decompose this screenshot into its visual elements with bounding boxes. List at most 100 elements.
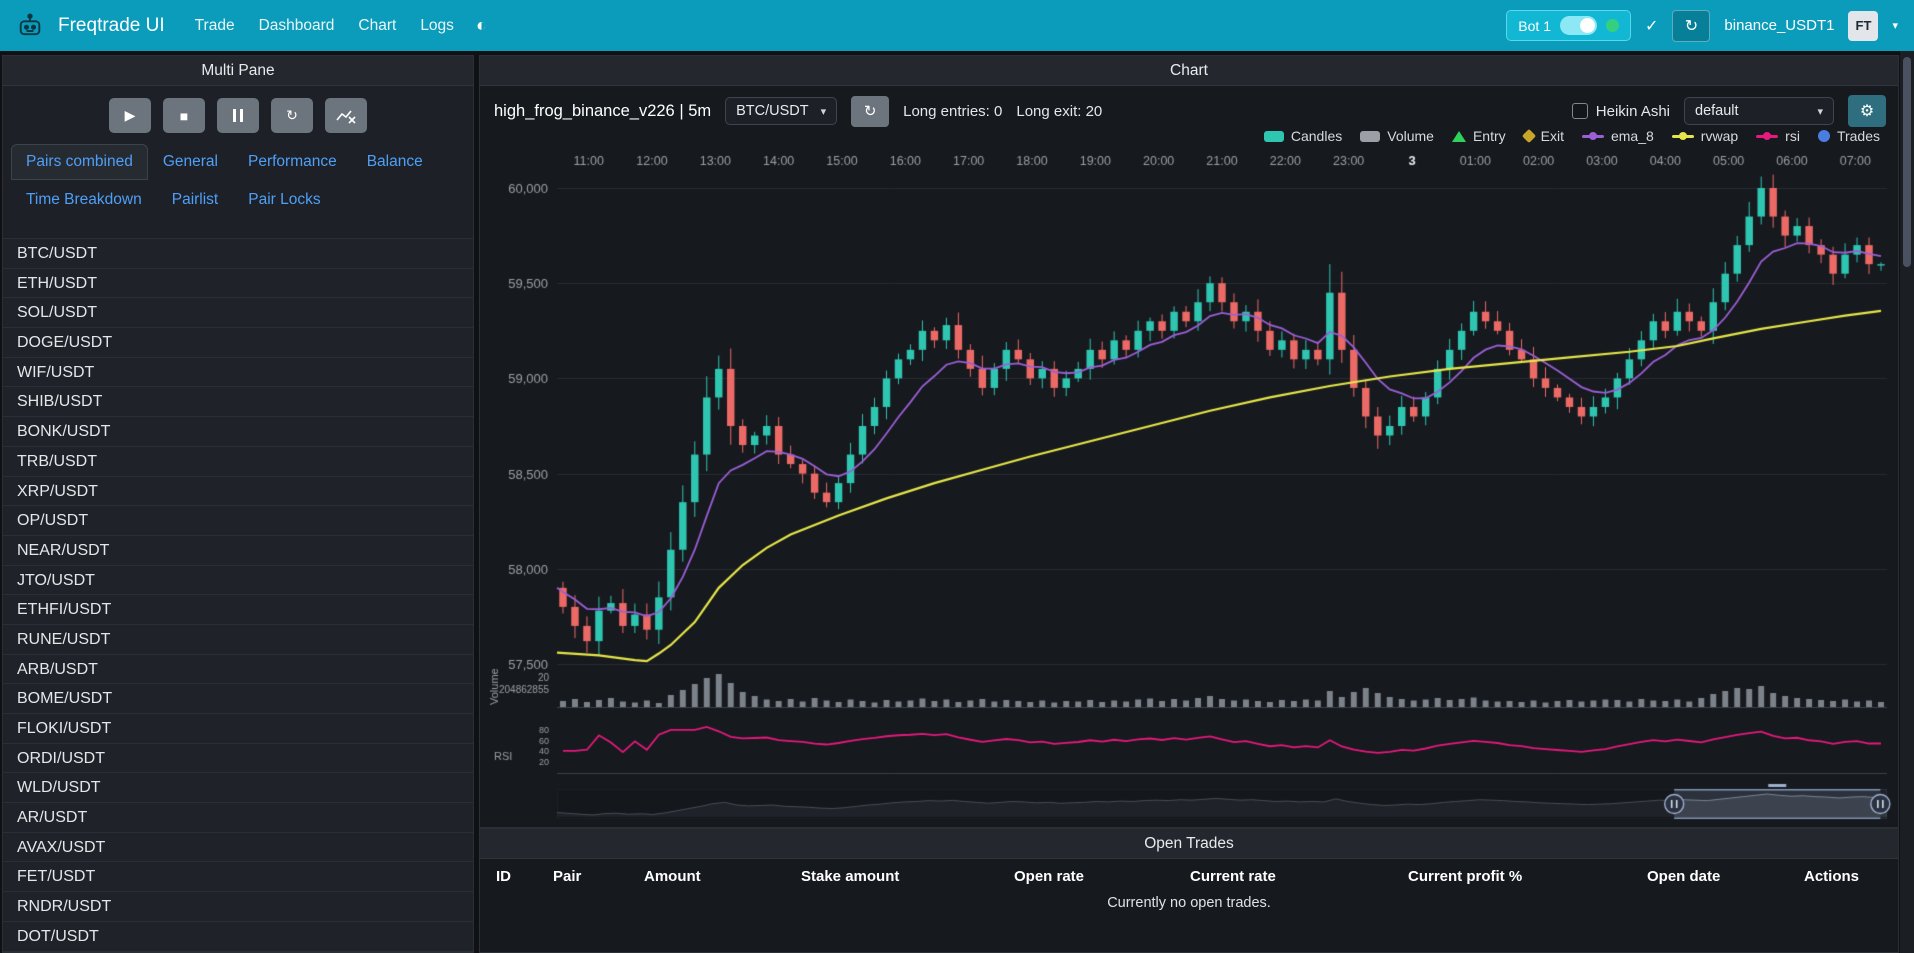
tab[interactable]: Pairlist <box>157 182 234 218</box>
pair-list-item[interactable]: ETH/USDT <box>3 269 473 299</box>
legend-label: ema_8 <box>1611 128 1654 144</box>
nav-link[interactable]: Chart <box>358 17 396 35</box>
plot-config-select[interactable]: default ▾ <box>1684 97 1834 125</box>
pair-list-item[interactable]: NEAR/USDT <box>3 536 473 566</box>
reload-panes-button[interactable]: ↻ <box>271 98 313 133</box>
column-header[interactable]: Open date <box>1647 868 1804 885</box>
toggle-knob <box>1580 18 1595 33</box>
column-header[interactable]: ID <box>496 868 553 885</box>
legend-marker-icon <box>1756 135 1778 138</box>
legend-label: Trades <box>1837 128 1880 144</box>
tab[interactable]: Pairs combined <box>11 144 148 180</box>
gear-icon: ⚙ <box>1860 103 1874 120</box>
theme-toggle-icon[interactable]: ◐ <box>476 15 487 36</box>
column-header[interactable]: Open rate <box>1014 868 1190 885</box>
check-icon: ✓ <box>1645 16 1658 36</box>
nav-link[interactable]: Logs <box>420 17 454 35</box>
column-header[interactable]: Stake amount <box>801 868 1014 885</box>
legend-label: rsi <box>1785 128 1800 144</box>
app-title[interactable]: Freqtrade UI <box>58 15 165 37</box>
legend-marker-icon <box>1522 129 1536 143</box>
legend-marker-icon <box>1672 135 1694 138</box>
bot-toggle[interactable] <box>1560 16 1597 35</box>
pair-list-item[interactable]: ORDI/USDT <box>3 744 473 774</box>
legend-item[interactable]: Exit <box>1524 128 1564 144</box>
heikin-ashi-label: Heikin Ashi <box>1596 103 1670 120</box>
heikin-ashi-checkbox[interactable] <box>1572 103 1588 119</box>
multi-pane-tabs-row2: Time BreakdownPairlistPair Locks <box>11 182 465 218</box>
pair-list-item[interactable]: SOL/USDT <box>3 298 473 328</box>
open-trades-header: IDPairAmountStake amountOpen rateCurrent… <box>480 859 1898 889</box>
pair-list-item[interactable]: OP/USDT <box>3 506 473 536</box>
chart-canvas[interactable] <box>482 148 1892 824</box>
pair-list-item[interactable]: BTC/USDT <box>3 239 473 269</box>
long-entries-label: Long entries: 0 <box>903 103 1002 120</box>
column-header[interactable]: Amount <box>644 868 801 885</box>
reload-bot-button[interactable]: ↻ <box>1672 10 1710 42</box>
column-header[interactable]: Actions <box>1804 868 1898 885</box>
pair-list-item[interactable]: BOME/USDT <box>3 684 473 714</box>
legend-item[interactable]: Candles <box>1264 128 1342 144</box>
pair-list-item[interactable]: WIF/USDT <box>3 358 473 388</box>
column-header[interactable]: Current rate <box>1190 868 1408 885</box>
pause-button[interactable] <box>217 98 259 133</box>
tab[interactable]: Pair Locks <box>233 182 335 218</box>
avatar[interactable]: FT <box>1848 11 1878 41</box>
pair-list-item[interactable]: SHIB/USDT <box>3 387 473 417</box>
legend-item[interactable]: Trades <box>1818 128 1880 144</box>
pair-list-item[interactable]: RUNE/USDT <box>3 625 473 655</box>
pair-list-item[interactable]: AR/USDT <box>3 803 473 833</box>
bot-selector[interactable]: Bot 1 <box>1506 10 1631 41</box>
pair-list-item[interactable]: WLD/USDT <box>3 773 473 803</box>
tab[interactable]: Balance <box>352 144 438 180</box>
pair-list-item[interactable]: RNDR/USDT <box>3 892 473 922</box>
legend-item[interactable]: rvwap <box>1672 128 1738 144</box>
legend-item[interactable]: rsi <box>1756 128 1800 144</box>
nav-link[interactable]: Trade <box>195 17 235 35</box>
pair-select[interactable]: BTC/USDT ▾ <box>725 97 837 125</box>
freqtrade-logo-icon[interactable] <box>16 12 44 40</box>
scrollbar-thumb[interactable] <box>1903 57 1911 267</box>
pair-list-item[interactable]: DOGE/USDT <box>3 328 473 358</box>
multi-pane-controls: ▶ ■ ↻ <box>3 98 473 133</box>
column-header[interactable]: Current profit % <box>1408 868 1647 885</box>
pair-list-item[interactable]: ETHFI/USDT <box>3 595 473 625</box>
tab[interactable]: General <box>148 144 233 180</box>
stop-button[interactable]: ■ <box>163 98 205 133</box>
legend-marker-icon <box>1264 131 1284 142</box>
legend-item[interactable]: ema_8 <box>1582 128 1654 144</box>
plot-reset-button[interactable] <box>325 98 367 133</box>
strategy-title: high_frog_binance_v226 | 5m <box>494 102 711 121</box>
pair-list-item[interactable]: TRB/USDT <box>3 447 473 477</box>
pair-list-item[interactable]: DOT/USDT <box>3 922 473 952</box>
legend-item[interactable]: Entry <box>1452 128 1506 144</box>
pair-list-item[interactable]: FET/USDT <box>3 862 473 892</box>
chart-x-icon <box>336 108 356 124</box>
chevron-down-icon: ▾ <box>1817 105 1823 118</box>
page-scrollbar[interactable] <box>1900 51 1914 953</box>
chart-panel-title: Chart <box>480 56 1898 86</box>
tab[interactable]: Performance <box>233 144 352 180</box>
pair-list-item[interactable]: FLOKI/USDT <box>3 714 473 744</box>
plot-settings-button[interactable]: ⚙ <box>1848 95 1886 127</box>
chart-panel: Chart high_frog_binance_v226 | 5m BTC/US… <box>479 55 1899 828</box>
tab[interactable]: Time Breakdown <box>11 182 157 218</box>
legend-marker-icon <box>1452 131 1466 142</box>
pair-list-item[interactable]: JTO/USDT <box>3 566 473 596</box>
multi-pane-tabs-row1: Pairs combinedGeneralPerformanceBalance <box>11 144 465 180</box>
main-nav: Trade Dashboard Chart Logs <box>195 17 454 35</box>
legend-marker-icon <box>1582 135 1604 138</box>
chart-legend: Candles Volume Entry Exit ema_8 <box>1264 128 1880 144</box>
pair-list-item[interactable]: AVAX/USDT <box>3 833 473 863</box>
play-button[interactable]: ▶ <box>109 98 151 133</box>
legend-item[interactable]: Volume <box>1360 128 1434 144</box>
open-trades-title: Open Trades <box>480 829 1898 859</box>
refresh-chart-button[interactable]: ↻ <box>851 96 889 127</box>
nav-link[interactable]: Dashboard <box>259 17 335 35</box>
pair-list-item[interactable]: ARB/USDT <box>3 655 473 685</box>
pair-list-item[interactable]: XRP/USDT <box>3 477 473 507</box>
exchange-label: binance_USDT1 <box>1724 17 1834 34</box>
pair-list-item[interactable]: BONK/USDT <box>3 417 473 447</box>
column-header[interactable]: Pair <box>553 868 644 885</box>
chevron-down-icon[interactable]: ▾ <box>1892 19 1898 32</box>
